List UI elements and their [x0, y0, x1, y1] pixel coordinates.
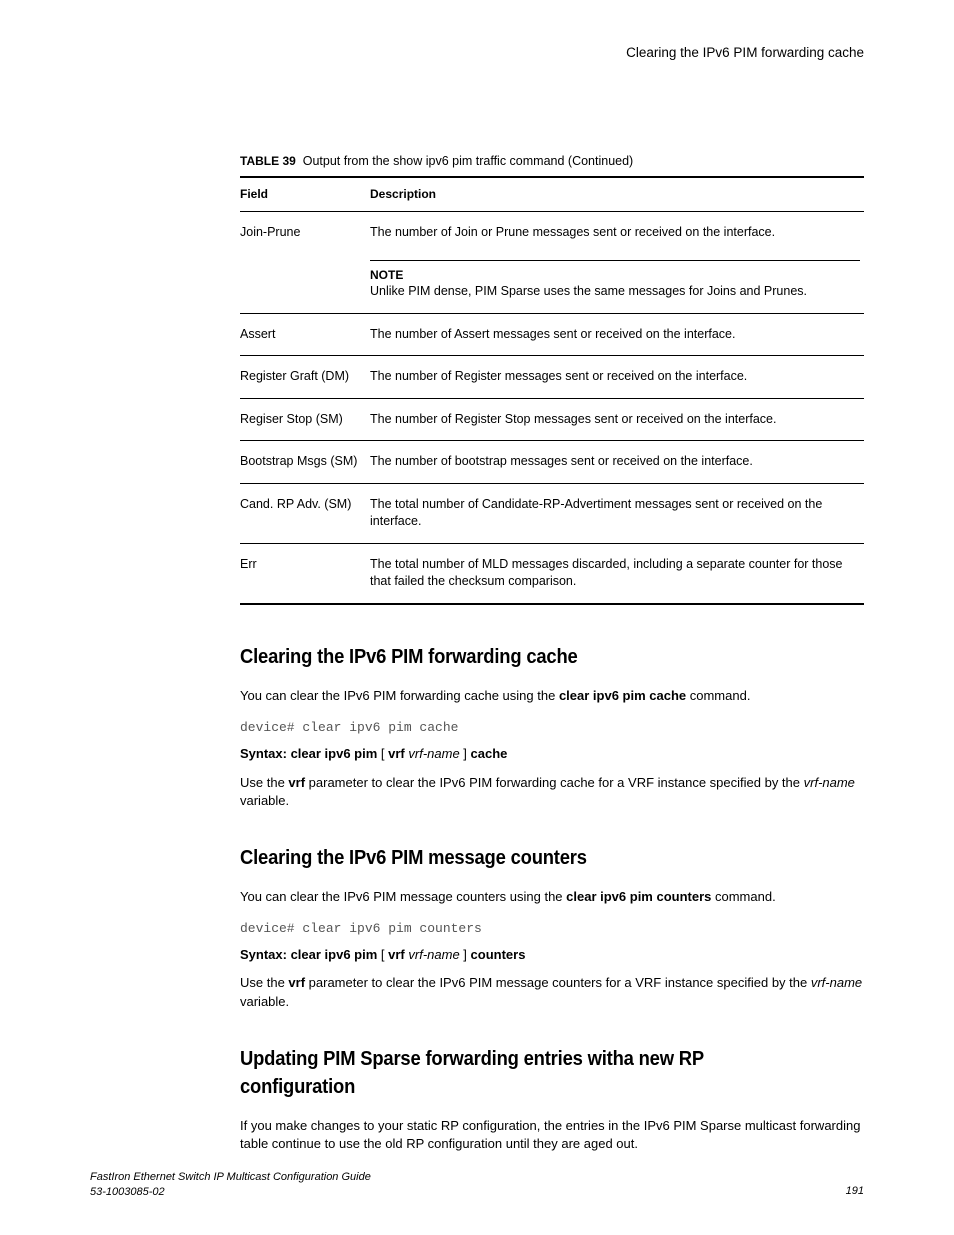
- cell-desc: The number of Assert messages sent or re…: [370, 313, 864, 356]
- kw-bold: vrf: [288, 975, 305, 990]
- cmd-bold: clear ipv6 pim cache: [559, 688, 686, 703]
- running-header: Clearing the IPv6 PIM forwarding cache: [90, 44, 864, 63]
- syntax-var: vrf-name: [408, 746, 459, 761]
- var-italic: vrf-name: [811, 975, 862, 990]
- para: You can clear the IPv6 PIM message count…: [240, 888, 864, 906]
- footer-page-number: 191: [846, 1184, 864, 1199]
- table-row: Bootstrap Msgs (SM) The number of bootst…: [240, 441, 864, 484]
- text: ]: [460, 746, 471, 761]
- heading-update-rp: Updating PIM Sparse forwarding entries w…: [240, 1045, 814, 1101]
- cmd-bold: clear ipv6 pim counters: [566, 889, 711, 904]
- table-row: Cand. RP Adv. (SM) The total number of C…: [240, 483, 864, 543]
- para: You can clear the IPv6 PIM forwarding ca…: [240, 687, 864, 705]
- syntax-line: Syntax: clear ipv6 pim [ vrf vrf-name ] …: [240, 946, 864, 964]
- kw-bold: vrf: [288, 775, 305, 790]
- syntax-kw: clear ipv6 pim: [291, 746, 378, 761]
- syntax-kw: vrf: [388, 947, 405, 962]
- syntax-kw: cache: [471, 746, 508, 761]
- cell-desc: The total number of Candidate-RP-Adverti…: [370, 483, 864, 543]
- cell-desc: The number of Join or Prune messages sen…: [370, 212, 864, 314]
- text: variable.: [240, 994, 289, 1009]
- table-caption: TABLE 39 Output from the show ipv6 pim t…: [240, 153, 864, 171]
- note-block: NOTE Unlike PIM dense, PIM Sparse uses t…: [370, 260, 860, 301]
- code-block: device# clear ipv6 pim counters: [240, 920, 864, 938]
- cell-field: Regiser Stop (SM): [240, 398, 370, 441]
- cell-field: Bootstrap Msgs (SM): [240, 441, 370, 484]
- heading-clear-cache: Clearing the IPv6 PIM forwarding cache: [240, 643, 814, 671]
- table-row: Regiser Stop (SM) The number of Register…: [240, 398, 864, 441]
- code-block: device# clear ipv6 pim cache: [240, 719, 864, 737]
- text: parameter to clear the IPv6 PIM message …: [305, 975, 811, 990]
- text: command.: [711, 889, 775, 904]
- syntax-kw: vrf: [388, 746, 405, 761]
- para: Use the vrf parameter to clear the IPv6 …: [240, 974, 864, 1010]
- th-field: Field: [240, 177, 370, 211]
- var-italic: vrf-name: [804, 775, 855, 790]
- cell-field: Register Graft (DM): [240, 356, 370, 399]
- table-row: Join-Prune The number of Join or Prune m…: [240, 212, 864, 314]
- text: Use the: [240, 775, 288, 790]
- cell-field: Assert: [240, 313, 370, 356]
- cell-desc: The number of Register messages sent or …: [370, 356, 864, 399]
- text: variable.: [240, 793, 289, 808]
- syntax-kw: counters: [471, 947, 526, 962]
- th-description: Description: [370, 177, 864, 211]
- syntax-kw: clear ipv6 pim: [291, 947, 378, 962]
- table-row: Err The total number of MLD messages dis…: [240, 543, 864, 604]
- table-row: Assert The number of Assert messages sen…: [240, 313, 864, 356]
- text: command.: [686, 688, 750, 703]
- para: Use the vrf parameter to clear the IPv6 …: [240, 774, 864, 810]
- text: You can clear the IPv6 PIM forwarding ca…: [240, 688, 559, 703]
- note-label: NOTE: [370, 267, 860, 284]
- cell-field: Join-Prune: [240, 212, 370, 314]
- text: You can clear the IPv6 PIM message count…: [240, 889, 566, 904]
- page-footer: FastIron Ethernet Switch IP Multicast Co…: [90, 1170, 864, 1199]
- footer-book-title: FastIron Ethernet Switch IP Multicast Co…: [90, 1170, 371, 1184]
- text: ]: [460, 947, 471, 962]
- section-update-rp: Updating PIM Sparse forwarding entries w…: [240, 1045, 864, 1153]
- syntax-label: Syntax:: [240, 947, 291, 962]
- cell-field: Cand. RP Adv. (SM): [240, 483, 370, 543]
- text: Use the: [240, 975, 288, 990]
- section-clear-counters: Clearing the IPv6 PIM message counters Y…: [240, 844, 864, 1011]
- footer-doc-number: 53-1003085-02: [90, 1185, 371, 1199]
- text: parameter to clear the IPv6 PIM forwardi…: [305, 775, 804, 790]
- output-table: Field Description Join-Prune The number …: [240, 176, 864, 605]
- table-number: TABLE 39: [240, 154, 296, 168]
- syntax-line: Syntax: clear ipv6 pim [ vrf vrf-name ] …: [240, 745, 864, 763]
- para: If you make changes to your static RP co…: [240, 1117, 864, 1153]
- cell-desc: The number of bootstrap messages sent or…: [370, 441, 864, 484]
- text: [: [377, 746, 388, 761]
- syntax-label: Syntax:: [240, 746, 291, 761]
- cell-field: Err: [240, 543, 370, 604]
- cell-desc: The number of Register Stop messages sen…: [370, 398, 864, 441]
- section-clear-cache: Clearing the IPv6 PIM forwarding cache Y…: [240, 643, 864, 810]
- text: [: [377, 947, 388, 962]
- table-caption-text: Output from the show ipv6 pim traffic co…: [303, 154, 633, 168]
- syntax-var: vrf-name: [408, 947, 459, 962]
- cell-desc: The total number of MLD messages discard…: [370, 543, 864, 604]
- table-row: Register Graft (DM) The number of Regist…: [240, 356, 864, 399]
- note-text: Unlike PIM dense, PIM Sparse uses the sa…: [370, 283, 860, 301]
- heading-clear-counters: Clearing the IPv6 PIM message counters: [240, 844, 814, 872]
- desc-text: The number of Join or Prune messages sen…: [370, 225, 775, 239]
